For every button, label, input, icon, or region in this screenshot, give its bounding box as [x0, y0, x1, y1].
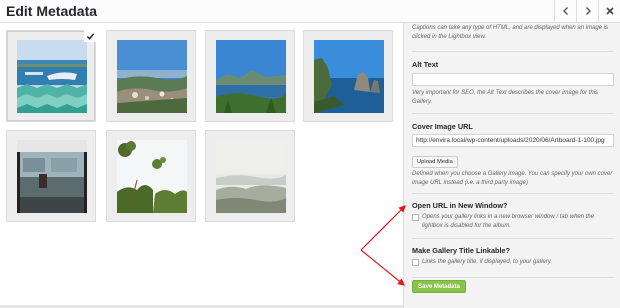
chevron-left-icon: [562, 7, 568, 15]
separator: [412, 51, 614, 52]
gallery-thumb-4[interactable]: [303, 30, 393, 122]
chevron-right-icon: [585, 7, 591, 15]
cover-image-url-help: Defined when you choose a Gallery image.…: [412, 171, 613, 186]
sea-cliffs-image: [314, 40, 384, 113]
alt-text-help: Very important for SEO, the Alt Text des…: [412, 90, 599, 105]
separator: [412, 238, 614, 239]
save-metadata-button[interactable]: Save Metadata: [412, 280, 466, 293]
gallery-thumb-2[interactable]: [106, 30, 196, 122]
check-icon: [86, 32, 94, 40]
previous-button[interactable]: [554, 0, 576, 22]
boat-window-image: [17, 140, 87, 213]
gallery-thumb-3[interactable]: [205, 30, 295, 122]
hazy-landscape-image: [216, 140, 286, 213]
open-new-window-checkbox[interactable]: [412, 214, 419, 221]
close-icon: [605, 7, 614, 15]
coastal-town-image: [117, 40, 187, 113]
cover-image-url-input[interactable]: http://envira.local/wp-content/uploads/2…: [412, 134, 614, 147]
upload-media-button[interactable]: Upload Media: [412, 156, 458, 168]
harbor-image: [17, 40, 87, 113]
gallery-thumb-5[interactable]: [6, 130, 96, 222]
title-linkable-label: Make Gallery Title Linkable?: [412, 246, 511, 255]
open-new-window-help: Opens your gallery links in a new browse…: [422, 214, 595, 229]
metadata-sidebar: Captions can take any type of HTML, and …: [403, 23, 620, 308]
separator: [412, 277, 614, 278]
gallery-thumb-6[interactable]: [106, 130, 196, 222]
cover-image-url-label: Cover Image URL: [412, 122, 473, 131]
separator: [412, 113, 614, 114]
open-new-window-label: Open URL in New Window?: [412, 201, 508, 210]
alt-text-label: Alt Text: [412, 60, 439, 69]
alt-text-input[interactable]: [412, 73, 614, 86]
separator: [412, 193, 614, 194]
gallery-thumb-1[interactable]: [6, 30, 96, 122]
title-linkable-help: Links the gallery title, if displayed, t…: [422, 259, 552, 265]
caption-help-text: Captions can take any type of HTML, and …: [412, 25, 609, 40]
mountain-sea-image: [216, 40, 286, 113]
open-new-window-row: Opens your gallery links in a new browse…: [412, 213, 614, 231]
next-button[interactable]: [576, 0, 598, 22]
modal-title: Edit Metadata: [6, 3, 98, 19]
title-linkable-checkbox[interactable]: [412, 259, 419, 266]
trees-sky-image: [117, 140, 187, 213]
gallery-thumb-7[interactable]: [205, 130, 295, 222]
title-linkable-row: Links the gallery title, if displayed, t…: [412, 258, 614, 267]
modal-header: Edit Metadata: [0, 0, 620, 23]
gallery-grid: [0, 23, 404, 308]
selected-checkmark[interactable]: [84, 30, 96, 42]
close-button[interactable]: [598, 0, 620, 22]
